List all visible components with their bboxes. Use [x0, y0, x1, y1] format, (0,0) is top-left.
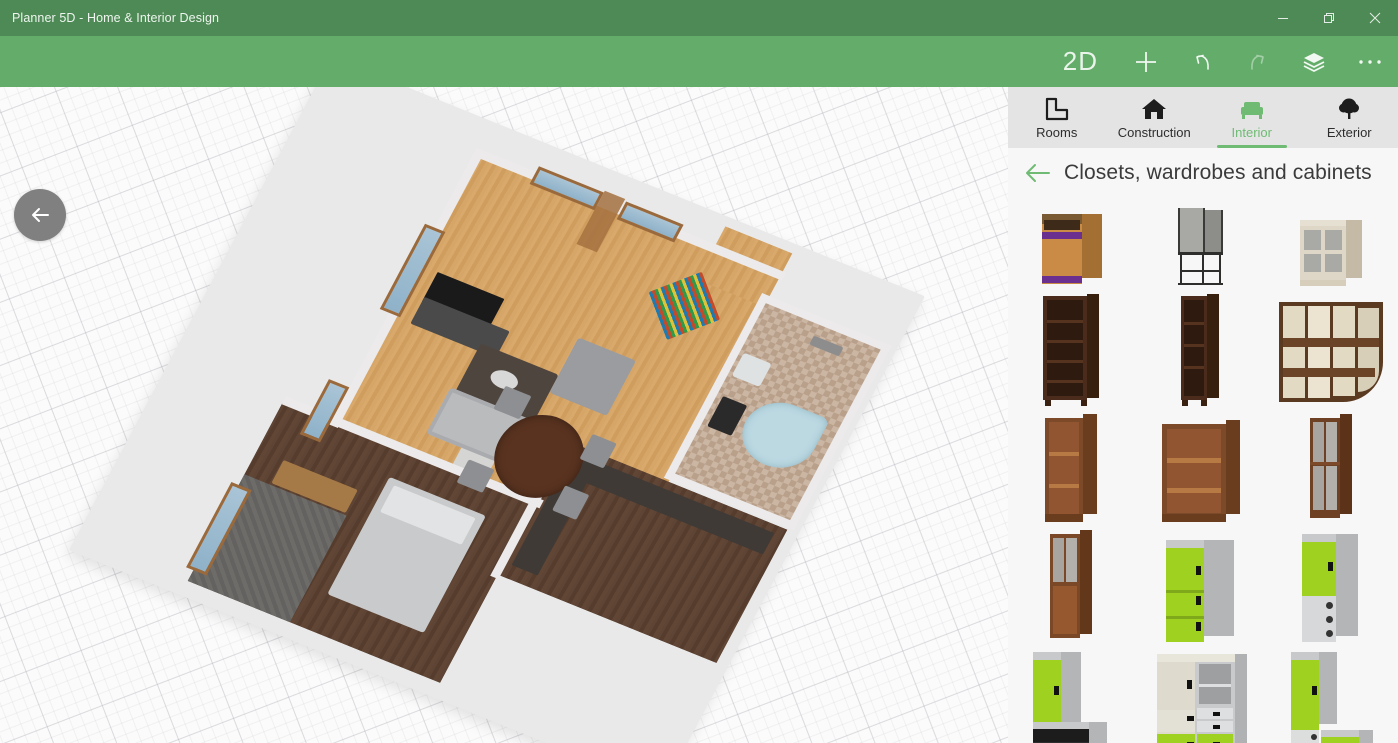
catalog-item-green-black-wardrobe-bench[interactable]: [1008, 644, 1138, 743]
design-canvas[interactable]: [0, 87, 1008, 743]
catalog-item-brown-glass-door-cabinet-tall[interactable]: [1268, 406, 1398, 524]
window-title: Planner 5D - Home & Interior Design: [12, 11, 220, 25]
catalog-panel: Rooms Construction Interior Exterior Clo…: [1008, 87, 1398, 743]
catalog-item-brown-open-bookcase-tall[interactable]: [1008, 406, 1138, 524]
catalog-item-green-grey-wardrobe-drawers[interactable]: [1268, 524, 1398, 644]
panel-tabs: Rooms Construction Interior Exterior: [1008, 87, 1398, 148]
panel-header: Closets, wardrobes and cabinets: [1008, 148, 1398, 196]
canvas-back-button[interactable]: [14, 189, 66, 241]
floorplan-icon: [1045, 97, 1068, 120]
tab-label-construction: Construction: [1117, 124, 1191, 140]
redo-button[interactable]: [1230, 36, 1286, 87]
tab-label-rooms: Rooms: [1036, 124, 1078, 140]
catalog-item-white-glass-door-cabinet[interactable]: [1268, 200, 1398, 288]
catalog-item-dark-wood-bookcase[interactable]: [1008, 288, 1138, 406]
layers-icon: [1303, 52, 1325, 72]
category-title: Closets, wardrobes and cabinets: [1064, 161, 1372, 184]
house-icon: [1142, 98, 1167, 119]
sofa-icon: [1240, 101, 1263, 119]
more-dots-icon: [1359, 59, 1381, 64]
title-bar: Planner 5D - Home & Interior Design: [0, 0, 1398, 36]
catalog-grid[interactable]: [1008, 196, 1398, 743]
close-icon: [1369, 12, 1381, 24]
minimize-icon: [1278, 18, 1288, 19]
main-toolbar: 2D: [0, 36, 1398, 87]
panel-back-button[interactable]: [1022, 162, 1052, 184]
plus-icon: [1136, 51, 1156, 72]
undo-button[interactable]: [1174, 36, 1230, 87]
arrow-left-icon: [1026, 164, 1050, 182]
catalog-item-brown-open-bookcase-wide[interactable]: [1138, 406, 1268, 524]
restore-icon: [1324, 13, 1334, 23]
tree-icon: [1339, 98, 1360, 119]
more-options-button[interactable]: [1342, 36, 1398, 87]
tab-label-interior: Interior: [1231, 124, 1272, 140]
catalog-item-curved-sliding-wardrobe[interactable]: [1268, 288, 1398, 406]
tab-interior[interactable]: Interior: [1203, 87, 1301, 148]
tab-exterior[interactable]: Exterior: [1301, 87, 1398, 148]
catalog-row: [1008, 406, 1398, 524]
catalog-item-green-grey-wardrobe-bench[interactable]: [1268, 644, 1398, 743]
undo-icon: [1196, 54, 1209, 70]
catalog-row: [1008, 524, 1398, 644]
layers-button[interactable]: [1286, 36, 1342, 87]
tab-construction[interactable]: Construction: [1106, 87, 1204, 148]
minimize-button[interactable]: [1260, 0, 1306, 36]
catalog-row: [1008, 200, 1398, 288]
window-controls: [1260, 0, 1398, 36]
catalog-item-glass-cabinet-on-stand[interactable]: [1138, 200, 1268, 288]
close-button[interactable]: [1352, 0, 1398, 36]
tab-rooms[interactable]: Rooms: [1008, 87, 1106, 148]
catalog-item-green-grey-wardrobe-wide[interactable]: [1138, 524, 1268, 644]
tab-label-exterior: Exterior: [1326, 124, 1372, 140]
arrow-left-icon: [32, 208, 49, 222]
restore-button[interactable]: [1306, 0, 1352, 36]
catalog-item-orange-purple-cabinet[interactable]: [1008, 200, 1138, 288]
catalog-item-brown-glass-half-cabinet[interactable]: [1008, 524, 1138, 644]
add-object-button[interactable]: [1118, 36, 1174, 87]
catalog-row: [1008, 288, 1398, 406]
app-window: Planner 5D - Home & Interior Design 2D R…: [0, 0, 1398, 743]
catalog-row: [1008, 644, 1398, 743]
redo-icon: [1251, 54, 1264, 70]
view-mode-button[interactable]: 2D: [1043, 36, 1118, 87]
catalog-item-white-green-storage-combination[interactable]: [1138, 644, 1268, 743]
tab-active-indicator: [1217, 145, 1287, 148]
catalog-item-narrow-dark-bookcase[interactable]: [1138, 288, 1268, 406]
